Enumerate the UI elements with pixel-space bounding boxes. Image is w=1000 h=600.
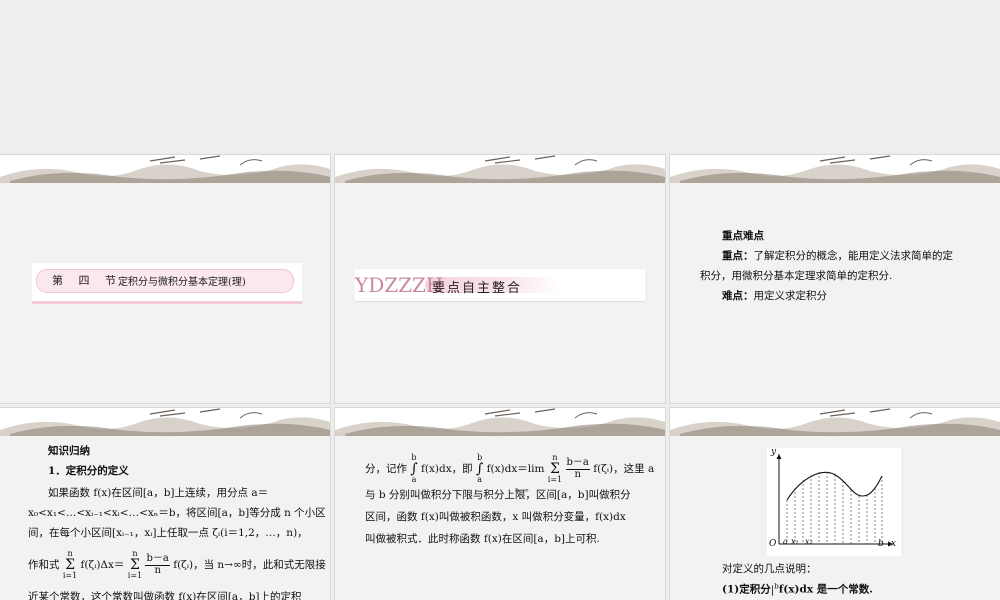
slide-3[interactable]: 重点难点 重点：了解定积分的概念，能用定义法求简单的定 积分，用微积分基本定理求… [670, 155, 1000, 403]
key-line-1: 重点：了解定积分的概念，能用定义法求简单的定 [722, 250, 953, 262]
summation-symbol: n Σi=1 [547, 453, 563, 484]
section-code: YDZZZH [355, 273, 444, 297]
def-line-3: 间，在每个小区间[xᵢ₋₁，xᵢ]上任取一点 ζᵢ(i＝1,2，…，n)， [28, 527, 308, 539]
empty-top-area [0, 0, 1000, 150]
label-x1: x₁ [791, 537, 799, 546]
summation-symbol: n Σi=1 [62, 549, 78, 580]
heading-key-points: 重点难点 [722, 230, 764, 242]
note-item-1: (1)定积分|bf(x)dx 是一个常数. [722, 582, 873, 596]
slide-1[interactable]: 第 四 节 定积分与微积分基本定理(理) [0, 155, 330, 403]
label-a: a [783, 537, 788, 546]
section-title-bar: YDZZZH 要点自主整合 [355, 269, 645, 302]
def-line-4: 作和式 n Σi=1 f(ζᵢ)Δx＝ n Σi=1 b－a n f(ζᵢ)，当 n→… [28, 549, 326, 580]
ink-banner [670, 408, 1000, 436]
y-axis-label: y [771, 447, 777, 457]
chapter-label: 第 四 节 [52, 274, 122, 287]
chapter-title-bar: 第 四 节 定积分与微积分基本定理(理) [32, 263, 302, 304]
fraction: b－a n [145, 553, 170, 576]
def-line-5: 近某个常数，这个常数叫做函数 f(x)在区间[a，b]上的定积 [28, 591, 302, 600]
slide-6[interactable]: y x O a x₁ x₂ b 对定义的几点说明： (1)定积分|bf(x)dx… [670, 408, 1000, 600]
def-line-2: x₀<x₁<…<xᵢ₋₁<xᵢ<…<xₙ＝b，将区间[a，b]等分成 n 个小区 [28, 507, 326, 519]
def-line-3: 区间，函数 f(x)叫做被积函数，x 叫做积分变量，f(x)dx [365, 511, 626, 523]
slide-2[interactable]: YDZZZH 要点自主整合 [335, 155, 665, 403]
ink-banner [0, 155, 330, 183]
ink-banner [335, 408, 665, 436]
key-line-2: 积分，用微积分基本定理求简单的定积分. [700, 270, 893, 282]
def-line-2: 与 b 分别叫做积分下限与积分上限，区间[a，b]叫做积分 [365, 489, 631, 501]
def-line-1: 如果函数 f(x)在区间[a，b]上连续，用分点 a＝ [48, 487, 269, 499]
notation-line: 分，记作 b ∫ a f(x)dx，即 b ∫ a f(x)dx＝lim n Σi=1 b… [365, 453, 655, 494]
ink-banner [335, 155, 665, 183]
chapter-topic: 定积分与微积分基本定理(理) [118, 277, 246, 288]
origin-label: O [769, 539, 777, 549]
subheading-definition: 1．定积分的定义 [48, 465, 129, 477]
label-x2: x₂ [805, 537, 813, 546]
section-name: 要点自主整合 [432, 281, 523, 296]
slide-4[interactable]: 知识归纳 1．定积分的定义 如果函数 f(x)在区间[a，b]上连续，用分点 a… [0, 408, 330, 600]
riemann-figure: y x O a x₁ x₂ b [767, 448, 901, 556]
def-line-4: 叫做被积式．此时称函数 f(x)在区间[a，b]上可积. [365, 533, 600, 545]
heading-knowledge: 知识归纳 [48, 445, 90, 457]
label-b: b [878, 539, 884, 549]
summation-symbol: n Σi=1 [127, 549, 143, 580]
difficulty-line: 难点：用定义求定积分 [722, 290, 827, 302]
notes-heading: 对定义的几点说明： [722, 563, 817, 575]
ink-banner [0, 408, 330, 436]
integral-symbol: b ∫ a [410, 453, 418, 484]
integral-symbol: b ∫ a [475, 453, 484, 484]
ink-banner [670, 155, 1000, 183]
x-axis-label: x [891, 539, 897, 549]
fraction: b－a n [565, 457, 590, 480]
slide-5[interactable]: 分，记作 b ∫ a f(x)dx，即 b ∫ a f(x)dx＝lim n Σi=1 b… [335, 408, 665, 600]
